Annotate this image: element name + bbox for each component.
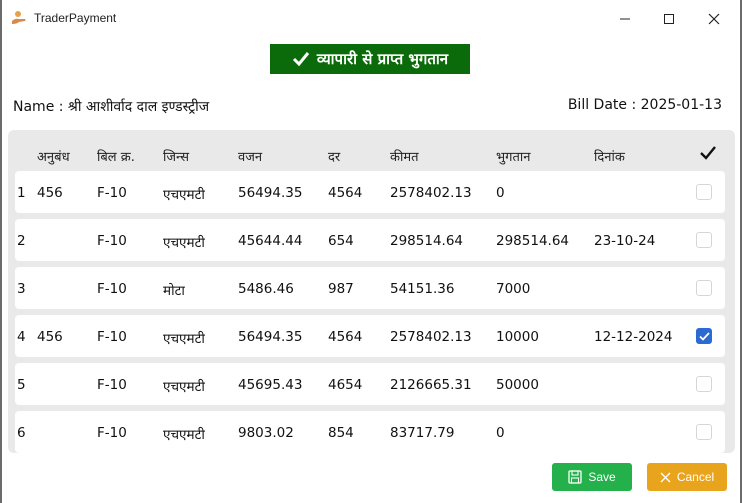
cell-weight: 45644.44 (238, 233, 303, 249)
cell-bill-no: F-10 (97, 281, 127, 297)
cell-rate: 4654 (328, 377, 363, 393)
cell-paid: 0 (496, 185, 505, 201)
payment-grid[interactable]: अनुबंध बिल क्र. जिन्स वजन दर कीमत भुगतान… (8, 130, 735, 453)
cell-rate: 654 (328, 233, 354, 249)
hand-coin-icon (12, 11, 26, 24)
cell-bill-no: F-10 (97, 185, 127, 201)
cancel-button[interactable]: Cancel (647, 463, 727, 491)
table-row[interactable]: 5 F-10 एचएमटी 45695.43 4654 2126665.31 5… (15, 363, 725, 405)
row-serial: 1 (17, 185, 26, 201)
row-checkbox-checked[interactable] (696, 328, 712, 344)
cell-rate: 4564 (328, 329, 363, 345)
column-header-rate: दर (328, 150, 341, 165)
column-header-date: दिनांक (594, 150, 625, 165)
row-serial: 6 (17, 425, 26, 441)
bill-date: Bill Date : 2025-01-13 (567, 97, 722, 113)
cell-contract: 456 (37, 185, 63, 201)
cell-bill-no: F-10 (97, 425, 127, 441)
cell-amount: 2578402.13 (390, 329, 472, 345)
cell-contract: 456 (37, 329, 63, 345)
row-checkbox[interactable] (696, 184, 712, 200)
cancel-button-label: Cancel (676, 470, 715, 484)
page-heading: व्यापारी से प्राप्त भुगतान (270, 44, 470, 74)
save-icon (568, 470, 582, 484)
row-checkbox[interactable] (696, 424, 712, 440)
cell-amount: 2126665.31 (390, 377, 472, 393)
cell-amount: 2578402.13 (390, 185, 472, 201)
cell-weight: 5486.46 (238, 281, 294, 297)
minimize-icon (620, 18, 630, 20)
maximize-icon (664, 14, 674, 24)
row-serial: 4 (17, 329, 26, 345)
cell-paid: 0 (496, 425, 505, 441)
table-row[interactable]: 6 F-10 एचएमटी 9803.02 854 83717.79 0 (15, 411, 725, 453)
row-checkbox[interactable] (696, 376, 712, 392)
cell-paid: 298514.64 (496, 233, 570, 249)
cell-item: एचएमटी (163, 235, 205, 251)
cell-item: एचएमटी (163, 331, 205, 347)
cell-item: एचएमटी (163, 187, 205, 203)
row-serial: 3 (17, 281, 26, 297)
cell-amount: 298514.64 (390, 233, 464, 249)
table-row[interactable]: 2 F-10 एचएमटी 45644.44 654 298514.64 298… (15, 219, 725, 261)
cell-amount: 83717.79 (390, 425, 455, 441)
close-button[interactable] (691, 0, 737, 38)
page-heading-text: व्यापारी से प्राप्त भुगतान (316, 50, 449, 68)
cell-item: एचएमटी (163, 427, 205, 443)
trader-payment-window: TraderPayment व्यापारी से प्राप्त भुगतान… (2, 0, 740, 503)
save-button-label: Save (588, 470, 616, 484)
select-all-check-icon (700, 146, 716, 160)
column-header-weight: वजन (238, 150, 263, 165)
cell-amount: 54151.36 (390, 281, 455, 297)
column-header-paid: भुगतान (496, 150, 531, 165)
column-header-item: जिन्स (163, 150, 189, 165)
row-serial: 5 (17, 377, 26, 393)
title-bar[interactable]: TraderPayment (2, 0, 740, 38)
cell-bill-no: F-10 (97, 233, 127, 249)
row-checkbox[interactable] (696, 280, 712, 296)
table-row[interactable]: 4 456 F-10 एचएमटी 56494.35 4564 2578402.… (15, 315, 725, 357)
cell-rate: 987 (328, 281, 354, 297)
column-header-contract: अनुबंध (37, 150, 70, 165)
checkbox-check-icon (698, 331, 710, 341)
table-row[interactable]: 3 F-10 मोटा 5486.46 987 54151.36 7000 (15, 267, 725, 309)
cell-item: मोटा (163, 283, 185, 299)
column-header-amount: कीमत (390, 150, 419, 165)
cell-weight: 56494.35 (238, 185, 303, 201)
cell-bill-no: F-10 (97, 377, 127, 393)
cell-weight: 9803.02 (238, 425, 294, 441)
cell-bill-no: F-10 (97, 329, 127, 345)
trader-name: Name : श्री आशीर्वाद दाल इण्डस्ट्रीज (13, 99, 210, 115)
maximize-button[interactable] (646, 0, 692, 38)
cell-rate: 4564 (328, 185, 363, 201)
row-serial: 2 (17, 233, 26, 249)
close-icon (708, 13, 720, 25)
column-header-bill-no: बिल क्र. (97, 150, 135, 165)
cell-rate: 854 (328, 425, 354, 441)
cell-item: एचएमटी (163, 379, 205, 395)
cell-weight: 45695.43 (238, 377, 303, 393)
table-row[interactable]: 1 456 F-10 एचएमटी 56494.35 4564 2578402.… (15, 171, 725, 213)
checkmark-icon (292, 52, 310, 67)
row-checkbox[interactable] (696, 232, 712, 248)
cell-paid: 7000 (496, 281, 531, 297)
save-button[interactable]: Save (552, 463, 632, 491)
minimize-button[interactable] (602, 0, 648, 38)
close-icon (660, 472, 671, 482)
cell-paid: 10000 (496, 329, 539, 345)
cell-paid: 50000 (496, 377, 539, 393)
cell-date: 23-10-24 (594, 233, 656, 249)
grid-header: अनुबंध बिल क्र. जिन्स वजन दर कीमत भुगतान… (8, 130, 735, 170)
cell-date: 12-12-2024 (594, 329, 673, 345)
window-title: TraderPayment (34, 11, 117, 25)
cell-weight: 56494.35 (238, 329, 303, 345)
